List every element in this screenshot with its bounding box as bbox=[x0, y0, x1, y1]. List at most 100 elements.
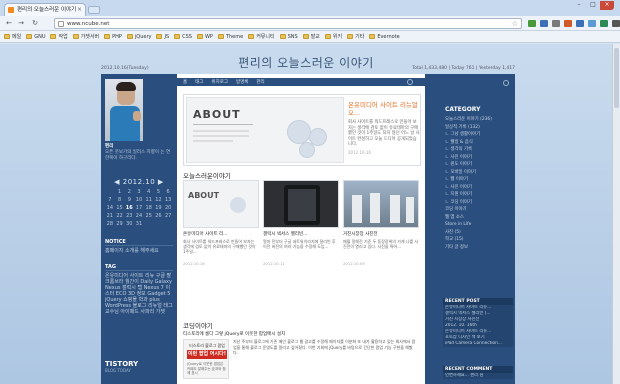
minimize-icon[interactable]: – bbox=[572, 1, 586, 10]
calendar-day[interactable]: 31 bbox=[134, 221, 144, 227]
menu-item[interactable]: 방명록 bbox=[236, 79, 248, 85]
calendar-day[interactable]: 8 bbox=[115, 197, 125, 203]
reload-icon[interactable]: ↻ bbox=[30, 19, 40, 27]
category-item[interactable]: ㄴ 코딩 이야기 bbox=[445, 199, 513, 207]
category-item[interactable]: 일상적 기록 (132) bbox=[445, 124, 513, 132]
category-item[interactable]: 학교 (15) bbox=[445, 236, 513, 244]
bookmark-item[interactable]: JS bbox=[156, 34, 169, 40]
post-card-title[interactable]: 온유미디어 사이트 리... bbox=[183, 231, 259, 237]
calendar-day[interactable]: 19 bbox=[154, 205, 164, 211]
menu-item[interactable]: 관리 bbox=[256, 79, 264, 85]
calendar-day[interactable]: 15 bbox=[115, 205, 125, 211]
featured-post[interactable]: ABOUT 온유미디어 사이트 리뉴얼 오... 회사 사이트를 워드프레스로 … bbox=[183, 94, 421, 166]
extension-icon[interactable] bbox=[576, 20, 584, 27]
bookmark-item[interactable]: 작업 bbox=[50, 33, 68, 40]
bookmark-item[interactable]: CSS bbox=[174, 34, 192, 40]
calendar-day[interactable]: 3 bbox=[134, 189, 144, 195]
bookmark-item[interactable]: jQuery bbox=[126, 34, 151, 40]
calendar-day[interactable]: 28 bbox=[105, 221, 115, 227]
calendar-day[interactable]: 17 bbox=[134, 205, 144, 211]
post-card[interactable]: 거진시장장 사진전 매월 정해진 기준 두 동장장위의 가게 나를 사진전이 열… bbox=[343, 180, 419, 266]
tag-cloud[interactable]: 온유미디어 사이트 리뉴 구글 팔 크롬브라 월간이 Daily Galaxy … bbox=[105, 273, 173, 315]
post-card-image[interactable] bbox=[343, 180, 419, 228]
category-item[interactable]: ㄴ 웹 이야기 bbox=[445, 176, 513, 184]
category-item[interactable]: 코딩 이야기 bbox=[445, 206, 513, 214]
category-item[interactable]: Store in Life bbox=[445, 221, 513, 229]
maximize-icon[interactable]: □ bbox=[586, 1, 600, 10]
bookmark-item[interactable]: 위키 bbox=[324, 33, 342, 40]
recent-comment-item[interactable]: 언변하세요... 편리 님 bbox=[443, 373, 513, 379]
calendar-day[interactable]: 2 bbox=[124, 189, 134, 195]
featured-title[interactable]: 온유미디어 사이트 리뉴얼 오... bbox=[348, 101, 420, 117]
menu-item[interactable]: 위치로그 bbox=[211, 79, 228, 85]
calendar-day[interactable]: 29 bbox=[115, 221, 125, 227]
bookmark-item[interactable]: Evernote bbox=[369, 34, 400, 40]
post-card[interactable]: ABOUT 온유미디어 사이트 리... 회사 사이트를 워드프레스로 만들어 … bbox=[183, 180, 259, 266]
close-tab-icon[interactable]: × bbox=[77, 4, 82, 16]
scrollbar[interactable] bbox=[612, 44, 620, 384]
menu-item[interactable]: 태그 bbox=[195, 79, 203, 85]
calendar-day[interactable]: 11 bbox=[144, 197, 154, 203]
category-item[interactable]: ㄴ 사진 이야기 bbox=[445, 154, 513, 162]
scrollbar-thumb[interactable] bbox=[614, 48, 619, 108]
category-item[interactable]: ㄴ 생각의 기록 bbox=[445, 146, 513, 154]
calendar-day[interactable]: 10 bbox=[134, 197, 144, 203]
post-card-image[interactable] bbox=[263, 180, 339, 228]
search-icon[interactable] bbox=[407, 79, 413, 85]
calendar-day[interactable]: 20 bbox=[163, 205, 173, 211]
post-card[interactable]: 갤럭시 넥서스 젤리빈... 얼마 전부터 구글 네트워이라지에 잘리빈 후 이… bbox=[263, 180, 339, 266]
post-card-image[interactable]: ABOUT bbox=[183, 180, 259, 228]
bookmark-item[interactable]: PHP bbox=[104, 34, 122, 40]
category-item[interactable]: ㄴ 지원 이야기 bbox=[445, 191, 513, 199]
search-icon[interactable] bbox=[503, 80, 509, 86]
calendar-day[interactable]: 9 bbox=[124, 197, 134, 203]
bookmark-item[interactable]: GNU bbox=[26, 34, 45, 40]
recent-post-item[interactable]: iPad Camera Connection... bbox=[443, 341, 513, 347]
calendar-day[interactable]: 7 bbox=[105, 197, 115, 203]
bookmark-item[interactable]: 가젯서버 bbox=[72, 33, 99, 40]
calendar-day[interactable]: 21 bbox=[105, 213, 115, 219]
category-item[interactable]: 오늘스러운 이야기 (236) bbox=[445, 116, 513, 124]
post-card-title[interactable]: 갤럭시 넥서스 젤리빈... bbox=[263, 231, 339, 237]
calendar-day[interactable]: 1 bbox=[115, 189, 125, 195]
post-card-title[interactable]: 거진시장장 사진전 bbox=[343, 231, 419, 237]
calendar-day[interactable]: 25 bbox=[144, 213, 154, 219]
bookmark-item[interactable]: 발교 bbox=[302, 33, 320, 40]
bookmark-item[interactable]: Theme bbox=[217, 34, 243, 40]
address-bar[interactable]: www.ncube.net ☆ bbox=[54, 18, 522, 29]
calendar-day[interactable]: 12 bbox=[154, 197, 164, 203]
forward-icon[interactable]: → bbox=[16, 19, 26, 27]
category-item[interactable]: 사진 (5) bbox=[445, 229, 513, 237]
cody-post-title[interactable]: 티스토리에 롱다 그렇 jQuery로 이웃한 팝업메시 설치 bbox=[183, 331, 285, 337]
category-item[interactable]: ㄴ 사진 이야기 bbox=[445, 184, 513, 192]
calendar-day[interactable]: 26 bbox=[154, 213, 164, 219]
close-window-icon[interactable]: × bbox=[600, 1, 614, 10]
category-item[interactable]: ㄴ 모바일 이야기 bbox=[445, 169, 513, 177]
extension-icon[interactable] bbox=[600, 20, 608, 27]
browser-tab[interactable]: 편리의 오늘스러운 이야기 × bbox=[4, 3, 86, 16]
extension-icon[interactable] bbox=[552, 20, 560, 27]
calendar-day[interactable]: 4 bbox=[144, 189, 154, 195]
bookmark-item[interactable]: 커뮤니티 bbox=[248, 33, 275, 40]
category-item[interactable]: ㄴ 그냥 생활이야기 bbox=[445, 131, 513, 139]
extension-icon[interactable] bbox=[564, 20, 572, 27]
calendar-day[interactable]: 6 bbox=[163, 189, 173, 195]
featured-image[interactable]: ABOUT bbox=[186, 97, 344, 163]
back-icon[interactable]: ← bbox=[4, 19, 14, 27]
calendar-day[interactable]: 18 bbox=[144, 205, 154, 211]
new-tab-button[interactable] bbox=[88, 6, 100, 14]
cody-post-image[interactable]: 티스토리 블로그 팝업 이런 팝업 어시다! jQuery로 이웃한 팝업은 카… bbox=[183, 339, 229, 379]
wrench-icon[interactable] bbox=[612, 20, 620, 27]
calendar-day[interactable]: 24 bbox=[134, 213, 144, 219]
menu-item[interactable]: 홈 bbox=[183, 79, 187, 85]
calendar-day[interactable]: 30 bbox=[124, 221, 134, 227]
calendar-day[interactable]: 22 bbox=[115, 213, 125, 219]
calendar-day[interactable]: 23 bbox=[124, 213, 134, 219]
category-item[interactable]: ㄴ 윈도 이야기 bbox=[445, 161, 513, 169]
extension-icon[interactable] bbox=[540, 20, 548, 27]
category-item[interactable]: 기타 글 정보 bbox=[445, 244, 513, 252]
bookmark-item[interactable]: 메일 bbox=[4, 33, 21, 40]
notice-item[interactable]: 홈페이지 소개를 해주세요 bbox=[105, 248, 173, 254]
category-item[interactable]: ㄴ 웰빙 & 음식 bbox=[445, 139, 513, 147]
category-item[interactable]: 웹 앱 소스 bbox=[445, 214, 513, 222]
